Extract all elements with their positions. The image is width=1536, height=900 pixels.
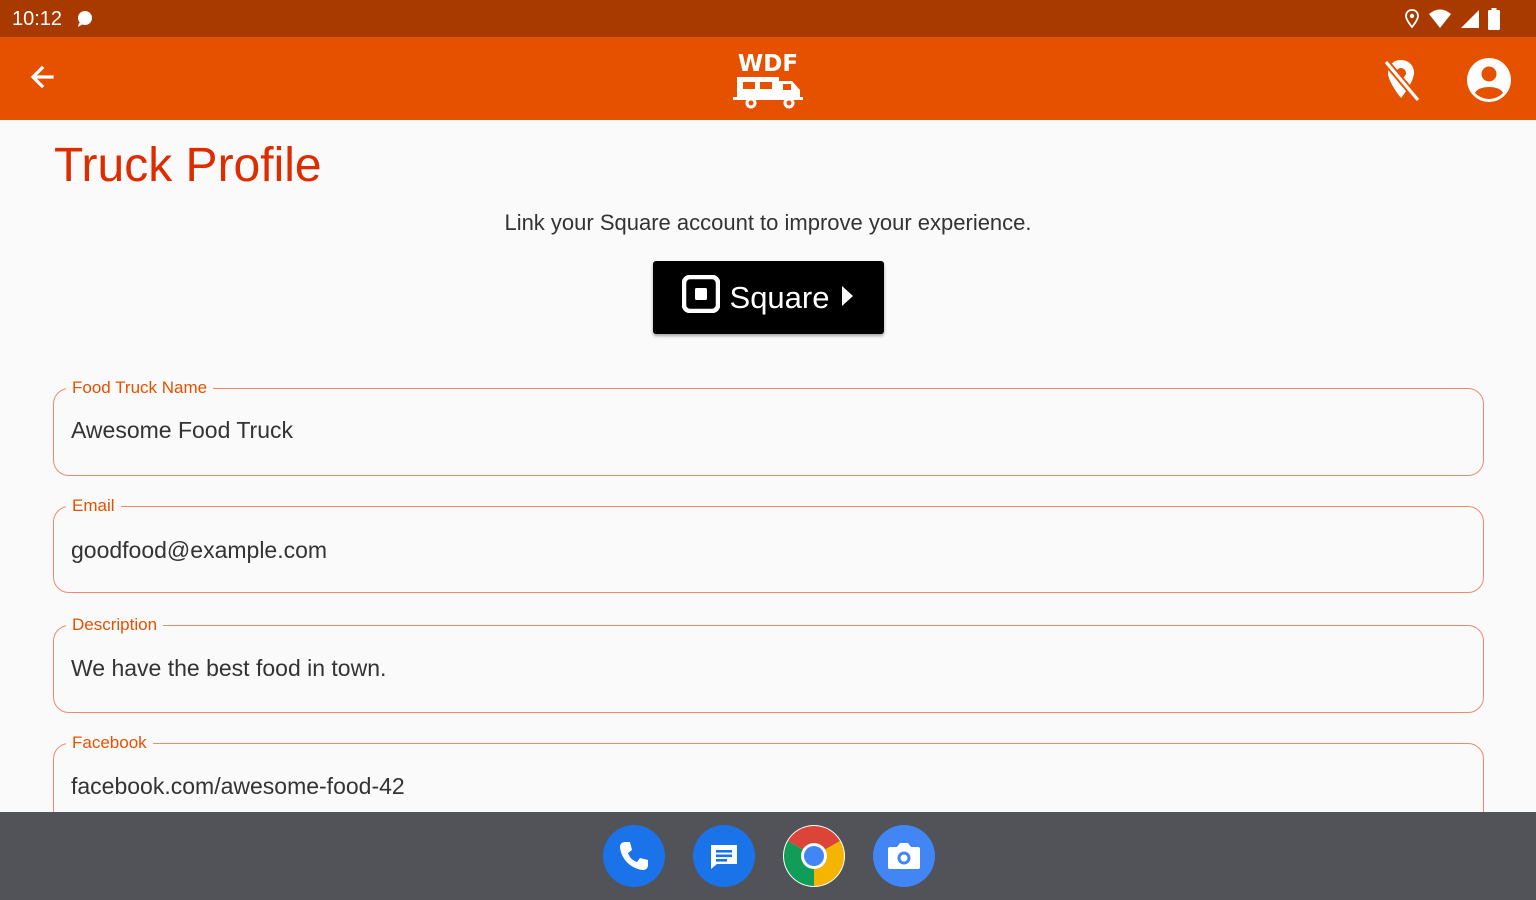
logo-text: WDF	[738, 51, 798, 77]
location-icon	[1404, 9, 1420, 34]
email-field[interactable]: Email goodfood@example.com	[53, 496, 1484, 593]
description-input[interactable]: We have the best food in town.	[71, 655, 386, 682]
messages-icon[interactable]	[693, 825, 755, 887]
wifi-icon	[1428, 9, 1452, 34]
battery-icon	[1488, 8, 1500, 35]
status-icons	[1404, 8, 1500, 35]
square-button-label: Square	[729, 279, 830, 315]
field-label: Description	[66, 615, 164, 635]
field-label: Email	[66, 496, 121, 516]
food-truck-name-field[interactable]: Food Truck Name Awesome Food Truck	[53, 378, 1484, 476]
location-off-icon[interactable]	[1380, 57, 1422, 108]
app-bar: WDF	[0, 37, 1536, 120]
square-link-button[interactable]: Square	[653, 261, 884, 334]
status-time: 10:12	[12, 8, 63, 30]
page-title: Truck Profile	[54, 139, 322, 192]
back-arrow-icon[interactable]	[28, 63, 56, 96]
camera-icon[interactable]	[873, 825, 935, 887]
navigation-bar	[0, 812, 1536, 900]
field-label: Food Truck Name	[66, 378, 214, 398]
signal-icon	[1460, 9, 1480, 34]
phone-icon[interactable]	[603, 825, 665, 887]
field-label: Facebook	[66, 733, 153, 753]
square-logo-icon	[681, 274, 720, 321]
account-icon[interactable]	[1466, 57, 1512, 108]
email-input[interactable]: goodfood@example.com	[71, 537, 327, 564]
square-link-prompt: Link your Square account to improve your…	[504, 210, 1032, 235]
description-field[interactable]: Description We have the best food in tow…	[53, 615, 1484, 713]
chrome-icon[interactable]	[783, 825, 845, 887]
wdf-logo: WDF	[731, 49, 805, 114]
status-bar: 10:12	[0, 0, 1536, 37]
arrow-right-icon	[839, 280, 855, 316]
facebook-input[interactable]: facebook.com/awesome-food-42	[71, 773, 405, 800]
chat-icon	[76, 10, 94, 33]
food-truck-name-input[interactable]: Awesome Food Truck	[71, 417, 293, 444]
